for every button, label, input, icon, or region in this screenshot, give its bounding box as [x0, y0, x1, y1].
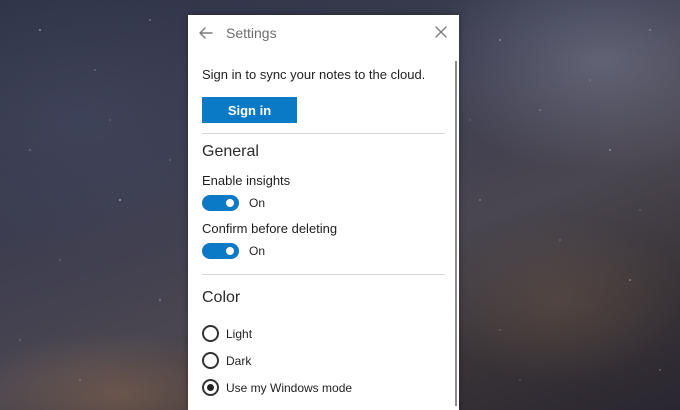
close-icon — [435, 26, 447, 38]
settings-content: Sign in to sync your notes to the cloud.… — [202, 67, 445, 396]
general-heading: General — [202, 143, 259, 160]
confirm-delete-toggle[interactable] — [202, 243, 239, 259]
back-arrow-icon — [199, 27, 213, 39]
enable-insights-row: On — [202, 195, 445, 211]
desktop-background: Settings Sign in to sync your notes to t… — [0, 0, 680, 410]
color-option-label: Dark — [226, 353, 252, 368]
radio-button[interactable] — [202, 325, 219, 342]
confirm-delete-row: On — [202, 243, 445, 259]
color-option-light[interactable]: Light — [202, 325, 445, 342]
confirm-delete-state: On — [249, 244, 266, 258]
toggle-knob — [226, 199, 234, 207]
sync-prompt: Sign in to sync your notes to the cloud. — [202, 67, 426, 82]
divider — [202, 274, 445, 275]
title-bar: Settings — [188, 15, 459, 51]
sign-in-button[interactable]: Sign in — [202, 97, 297, 123]
back-button[interactable] — [196, 23, 216, 43]
color-heading: Color — [202, 289, 241, 306]
color-option-windows-mode[interactable]: Use my Windows mode — [202, 379, 445, 396]
toggle-knob — [226, 247, 234, 255]
scrollbar[interactable] — [455, 61, 457, 406]
color-option-label: Light — [226, 326, 253, 341]
settings-panel: Settings Sign in to sync your notes to t… — [188, 15, 459, 410]
radio-button[interactable] — [202, 352, 219, 369]
color-option-dark[interactable]: Dark — [202, 352, 445, 369]
enable-insights-state: On — [249, 196, 266, 210]
panel-title: Settings — [226, 25, 277, 41]
enable-insights-label: Enable insights — [202, 173, 291, 188]
confirm-delete-label: Confirm before deleting — [202, 221, 338, 236]
color-option-label: Use my Windows mode — [226, 380, 353, 395]
enable-insights-toggle[interactable] — [202, 195, 239, 211]
close-button[interactable] — [433, 24, 449, 40]
divider — [202, 133, 445, 134]
radio-button-selected[interactable] — [202, 379, 219, 396]
